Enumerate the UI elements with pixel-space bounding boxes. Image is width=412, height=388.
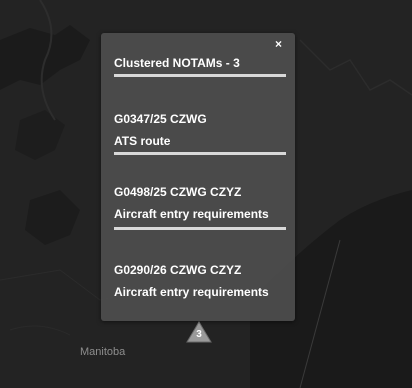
popup-title: Clustered NOTAMs - 3 [114,56,240,70]
notam-type: ATS route [114,134,171,148]
map-region-label: Manitoba [80,346,126,358]
cluster-count: 3 [196,329,202,340]
notam-cluster-popup: × Clustered NOTAMs - 3 G0347/25 CZWG ATS… [101,33,295,321]
notam-item[interactable]: G0347/25 CZWG ATS route [114,112,289,148]
notam-type: Aircraft entry requirements [114,207,269,221]
notam-id: G0290/26 CZWG CZYZ [114,263,242,277]
notam-id: G0498/25 CZWG CZYZ [114,185,242,199]
notam-item[interactable]: G0290/26 CZWG CZYZ Aircraft entry requir… [114,263,289,299]
divider [114,74,286,77]
divider [114,227,286,230]
notam-item[interactable]: G0498/25 CZWG CZYZ Aircraft entry requir… [114,185,289,221]
divider [114,152,286,155]
cluster-marker[interactable]: 3 [186,321,212,343]
close-button[interactable]: × [275,38,282,50]
notam-type: Aircraft entry requirements [114,285,269,299]
notam-id: G0347/25 CZWG [114,112,207,126]
